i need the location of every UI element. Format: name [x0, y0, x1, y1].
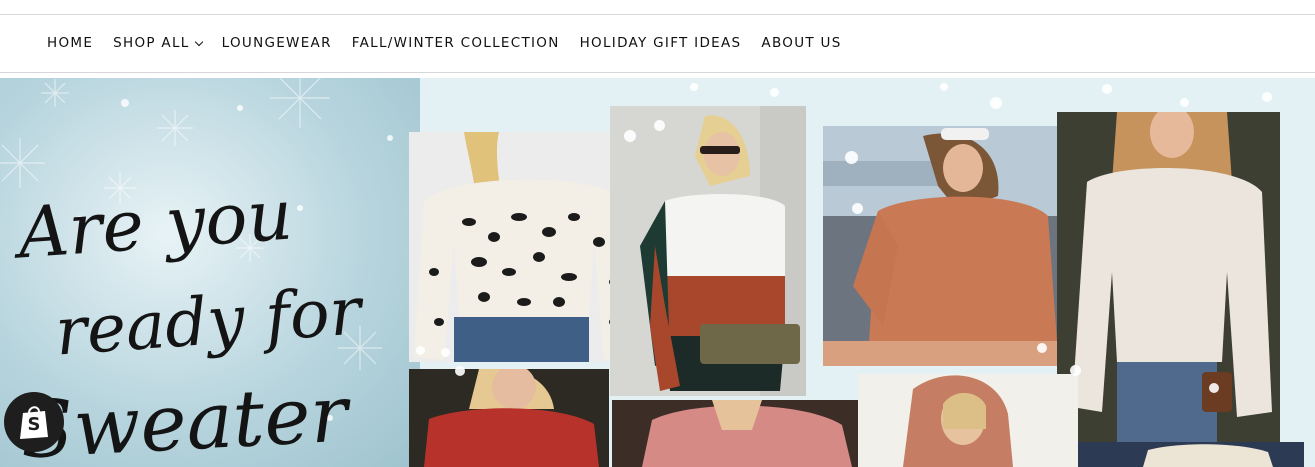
shopify-badge[interactable]: S — [4, 392, 64, 452]
colorblock-sweater-image — [610, 106, 806, 396]
leopard-sweater-image — [409, 132, 639, 362]
snow-dot — [455, 366, 465, 376]
nav-item-label: ABOUT US — [761, 35, 842, 51]
hero-headline-line-3: Sweater — [17, 369, 350, 467]
product-photo-cream-oversized-sweater[interactable] — [1057, 112, 1280, 445]
product-photo-hoodie-sweater[interactable] — [858, 374, 1078, 467]
snow-dot — [1102, 84, 1112, 94]
snow-dot — [1180, 98, 1189, 107]
product-photo-rust-knit-sweater[interactable] — [823, 126, 1063, 366]
nav-item-fall-winter-collection[interactable]: FALL/WINTER COLLECTION — [352, 35, 560, 51]
cream-oversized-sweater-image — [1057, 112, 1280, 445]
nav-item-loungewear[interactable]: LOUNGEWEAR — [222, 35, 332, 51]
main-navigation: HOME SHOP ALL LOUNGEWEAR FALL/WINTER COL… — [0, 15, 1315, 73]
snow-dot — [1037, 343, 1047, 353]
snow-dot — [1070, 365, 1081, 376]
product-photo-red-sweater[interactable] — [409, 369, 609, 467]
nav-item-shop-all[interactable]: SHOP ALL — [113, 35, 203, 51]
shopify-badge-letter: S — [27, 414, 41, 435]
snow-dot — [852, 203, 863, 214]
chevron-down-icon — [194, 37, 203, 46]
nav-item-home[interactable]: HOME — [47, 35, 93, 51]
snow-dot — [1262, 92, 1272, 102]
nav-item-holiday-gift-ideas[interactable]: HOLIDAY GIFT IDEAS — [580, 35, 742, 51]
product-photo-cable-knit-sweater[interactable] — [1078, 442, 1304, 467]
nav-item-label: LOUNGEWEAR — [221, 35, 332, 51]
red-sweater-image — [409, 369, 609, 467]
nav-item-label: FALL/WINTER COLLECTION — [351, 35, 560, 51]
snow-dot — [990, 97, 1002, 109]
nav-item-about-us[interactable]: ABOUT US — [761, 35, 841, 51]
snow-dot — [441, 348, 450, 357]
snow-dot — [940, 83, 948, 91]
nav-item-label: HOLIDAY GIFT IDEAS — [579, 35, 742, 51]
pink-knit-sweater-image — [612, 400, 858, 467]
snow-dot — [624, 130, 636, 142]
nav-item-label: HOME — [47, 35, 94, 51]
product-photo-leopard-sweater[interactable] — [409, 132, 639, 362]
snow-dot — [690, 83, 698, 91]
hero-banner[interactable]: Are you ready for Sweater S — [0, 78, 1315, 467]
top-strip — [0, 0, 1315, 15]
rust-knit-sweater-image — [823, 126, 1063, 366]
cable-knit-sweater-image — [1078, 442, 1304, 467]
product-photo-colorblock-sweater[interactable] — [610, 106, 806, 396]
snow-dot — [770, 88, 779, 97]
product-photo-pink-knit-sweater[interactable] — [612, 400, 858, 467]
nav-item-label: SHOP ALL — [113, 35, 190, 51]
snow-dot — [654, 120, 665, 131]
hoodie-sweater-image — [858, 374, 1078, 467]
snow-dot — [1209, 383, 1219, 393]
nav-menu: HOME SHOP ALL LOUNGEWEAR FALL/WINTER COL… — [47, 35, 862, 51]
snow-dot — [416, 346, 425, 355]
snow-dot — [845, 151, 858, 164]
